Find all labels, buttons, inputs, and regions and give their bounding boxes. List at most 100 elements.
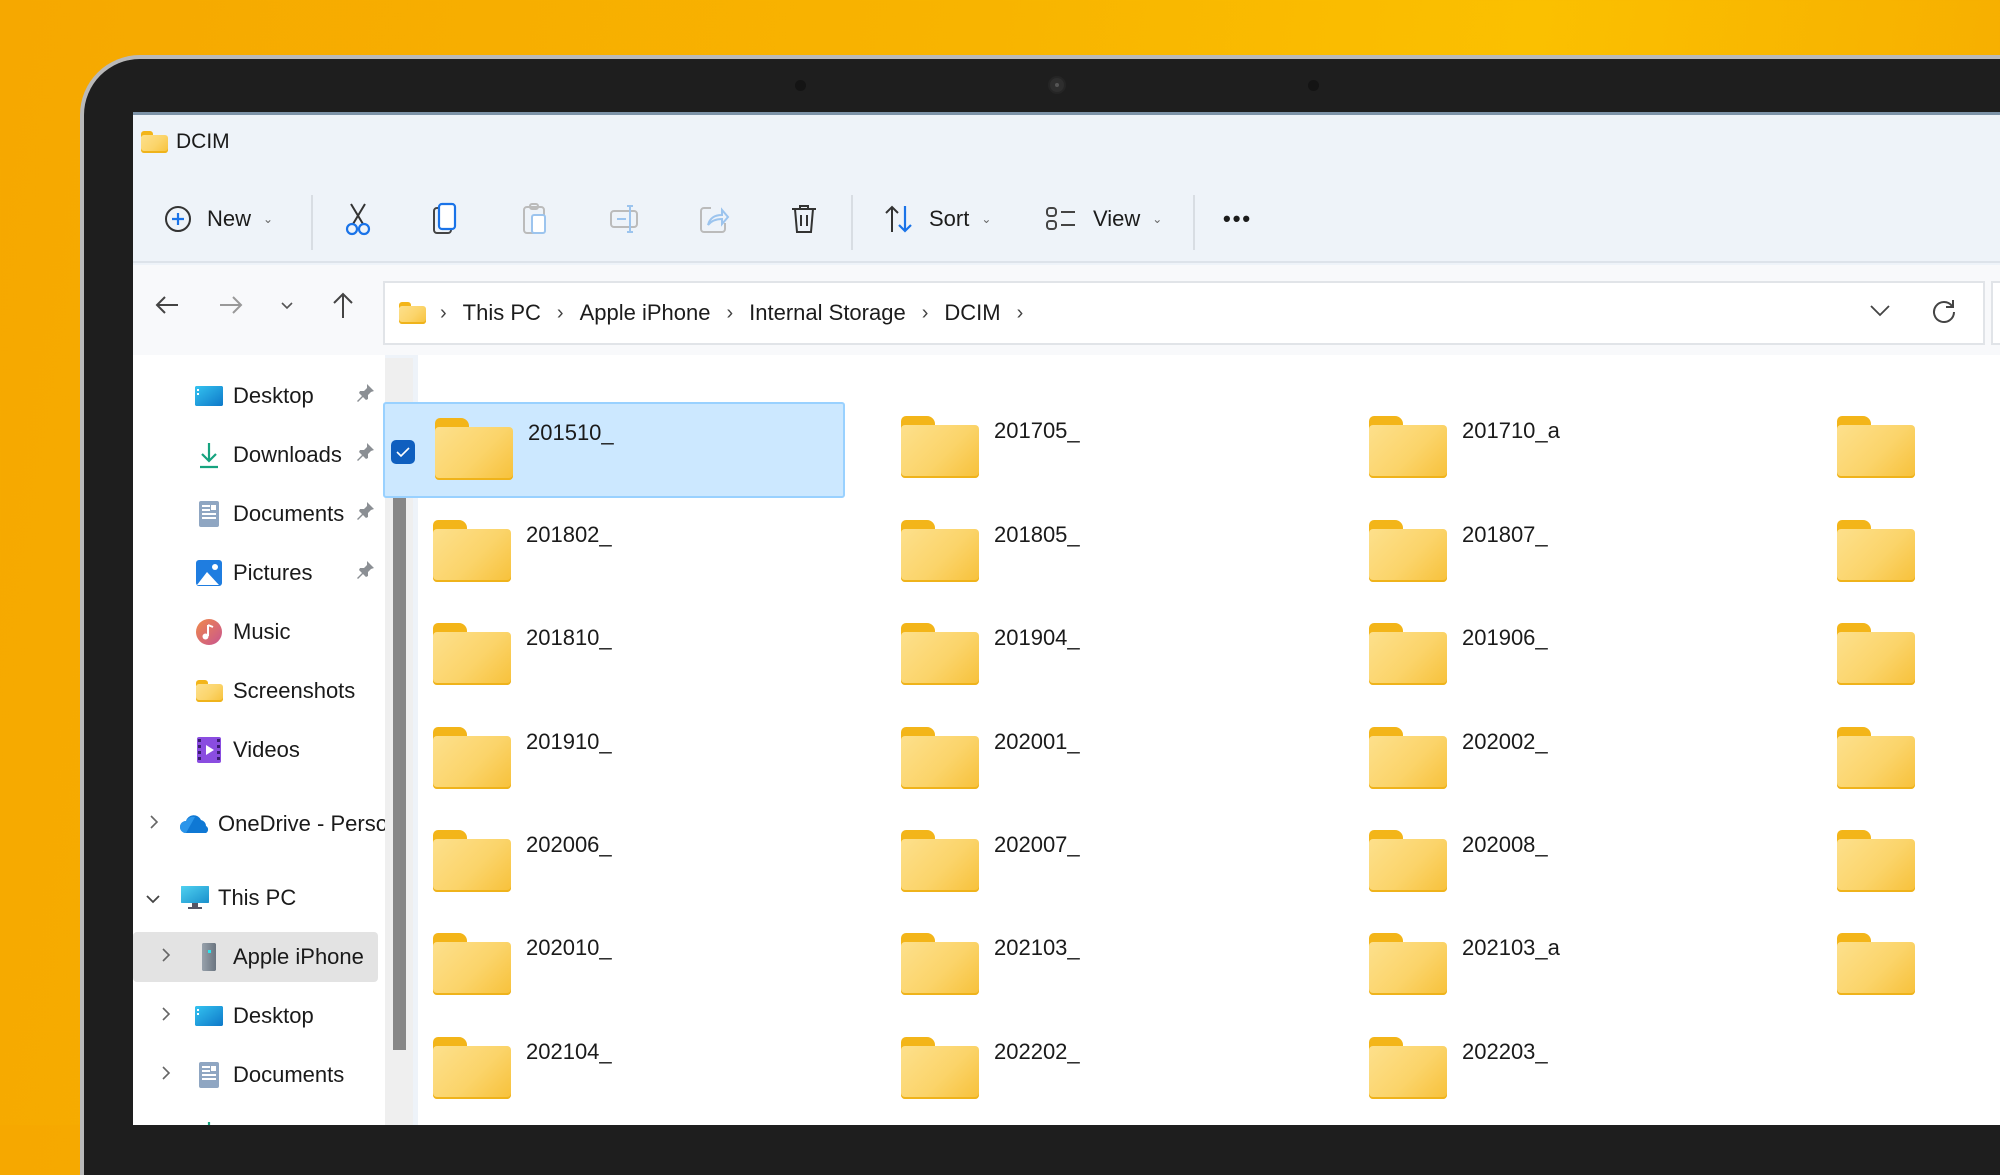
back-button[interactable] xyxy=(147,287,187,327)
pin-icon xyxy=(355,383,375,409)
folder-item[interactable]: 202002_ xyxy=(1319,713,1781,809)
folder-item[interactable] xyxy=(1787,816,2000,912)
search-box[interactable] xyxy=(1991,281,2000,345)
more-options-button[interactable]: ••• xyxy=(1223,198,1252,240)
breadcrumb-internal-storage[interactable]: Internal Storage xyxy=(749,300,906,326)
sort-button[interactable]: Sort ⌄ xyxy=(883,198,991,240)
checkbox[interactable] xyxy=(391,440,415,464)
breadcrumb-dcim[interactable]: DCIM xyxy=(944,300,1000,326)
paste-icon xyxy=(521,202,549,236)
chevron-right-icon[interactable] xyxy=(149,813,159,836)
sidebar-item-desktop[interactable]: Desktop xyxy=(133,371,378,421)
folder-name: 202010_ xyxy=(526,935,612,960)
sidebar-item-screenshots[interactable]: Screenshots xyxy=(133,666,378,716)
sidebar-item-music[interactable]: Music xyxy=(133,607,378,657)
sidebar-item-videos[interactable]: Videos xyxy=(133,725,378,775)
sidebar-item-desktop[interactable]: Desktop xyxy=(133,991,378,1041)
breadcrumb-separator[interactable]: › xyxy=(1017,302,1024,325)
folder-item[interactable]: 201810_ xyxy=(383,609,845,705)
sidebar-item-onedrive-perso[interactable]: OneDrive - Perso xyxy=(133,799,388,849)
up-button[interactable] xyxy=(323,287,363,327)
folder-item[interactable]: 202008_ xyxy=(1319,816,1781,912)
address-bar[interactable]: › This PC › Apple iPhone › Internal Stor… xyxy=(383,281,1985,345)
folder-icon xyxy=(901,1037,979,1099)
breadcrumb-separator: › xyxy=(440,301,447,324)
music-icon xyxy=(193,616,225,648)
chevron-down-icon xyxy=(1870,304,1890,316)
chevron-right-icon[interactable] xyxy=(161,1005,171,1028)
title-bar: DCIM xyxy=(141,127,230,157)
folder-item[interactable]: 202203_ xyxy=(1319,1023,1781,1119)
folder-name: 202008_ xyxy=(1462,832,1548,857)
folder-item[interactable] xyxy=(1787,402,2000,498)
folder-item[interactable]: 201705_ xyxy=(851,402,1313,498)
folder-item[interactable] xyxy=(1787,713,2000,809)
sidebar-item-downloads[interactable]: Downloads xyxy=(133,1109,378,1125)
share-button[interactable] xyxy=(698,198,730,240)
folder-item[interactable]: 201906_ xyxy=(1319,609,1781,705)
breadcrumb-separator[interactable]: › xyxy=(726,302,733,325)
chevron-down-icon xyxy=(280,298,294,316)
breadcrumb-apple-iphone[interactable]: Apple iPhone xyxy=(580,300,711,326)
folder-icon xyxy=(901,933,979,995)
folder-icon xyxy=(901,727,979,789)
chevron-right-icon[interactable] xyxy=(161,946,171,969)
chevron-down-icon: ⌄ xyxy=(981,212,992,226)
desktop-icon xyxy=(193,1000,225,1032)
chevron-down-icon: ⌄ xyxy=(1152,212,1163,226)
folder-item[interactable]: 202010_ xyxy=(383,919,845,1015)
pictures-icon xyxy=(193,557,225,589)
folder-item[interactable]: 201807_ xyxy=(1319,506,1781,602)
folder-item[interactable]: 202103_ xyxy=(851,919,1313,1015)
sidebar-item-documents[interactable]: Documents xyxy=(133,1050,378,1100)
chevron-right-icon[interactable] xyxy=(161,1064,171,1087)
folder-item[interactable] xyxy=(1787,919,2000,1015)
onedrive-icon xyxy=(179,808,211,840)
delete-button[interactable] xyxy=(789,198,819,240)
window-title: DCIM xyxy=(176,130,230,153)
folder-icon xyxy=(433,1037,511,1099)
refresh-button[interactable] xyxy=(1931,298,1957,329)
folder-item[interactable]: 201510_ xyxy=(383,402,845,498)
folder-item[interactable]: 201802_ xyxy=(383,506,845,602)
new-button[interactable]: New ⌄ xyxy=(163,198,273,240)
folder-icon xyxy=(433,520,511,582)
folder-item[interactable]: 202104_ xyxy=(383,1023,845,1119)
folder-item[interactable]: 201904_ xyxy=(851,609,1313,705)
folder-icon xyxy=(1369,623,1447,685)
rename-button[interactable] xyxy=(608,198,642,240)
folder-icon xyxy=(141,131,168,153)
paste-button[interactable] xyxy=(521,198,549,240)
cut-icon xyxy=(343,202,373,236)
folder-item[interactable]: 202001_ xyxy=(851,713,1313,809)
folder-item[interactable]: 202103_a xyxy=(1319,919,1781,1015)
folder-icon xyxy=(433,933,511,995)
folder-item[interactable]: 202202_ xyxy=(851,1023,1313,1119)
chevron-down-icon[interactable] xyxy=(145,887,161,910)
folder-item[interactable]: 202006_ xyxy=(383,816,845,912)
toolbar-separator xyxy=(311,195,313,250)
view-button[interactable]: View ⌄ xyxy=(1045,198,1162,240)
folder-item[interactable] xyxy=(1787,609,2000,705)
sidebar-item-downloads[interactable]: Downloads xyxy=(133,430,378,480)
folder-item[interactable]: 201710_a xyxy=(1319,402,1781,498)
sidebar-item-pictures[interactable]: Pictures xyxy=(133,548,378,598)
folder-item[interactable]: 202007_ xyxy=(851,816,1313,912)
copy-button[interactable] xyxy=(431,198,459,240)
breadcrumb-separator[interactable]: › xyxy=(922,302,929,325)
breadcrumb-separator[interactable]: › xyxy=(557,302,564,325)
folder-item[interactable]: 201910_ xyxy=(383,713,845,809)
address-history-dropdown[interactable] xyxy=(1869,304,1891,323)
breadcrumb-this-pc[interactable]: This PC xyxy=(463,300,541,326)
folder-icon xyxy=(901,416,979,478)
sidebar-item-this-pc[interactable]: This PC xyxy=(133,873,378,923)
forward-button[interactable] xyxy=(211,287,251,327)
recent-locations-button[interactable] xyxy=(267,287,307,327)
folder-icon xyxy=(1837,933,1915,995)
cut-button[interactable] xyxy=(343,198,373,240)
sidebar-item-documents[interactable]: Documents xyxy=(133,489,378,539)
folder-item[interactable]: 201805_ xyxy=(851,506,1313,602)
sidebar-item-apple-iphone[interactable]: Apple iPhone xyxy=(133,932,378,982)
chevron-down-icon: ⌄ xyxy=(263,212,274,226)
folder-item[interactable] xyxy=(1787,506,2000,602)
